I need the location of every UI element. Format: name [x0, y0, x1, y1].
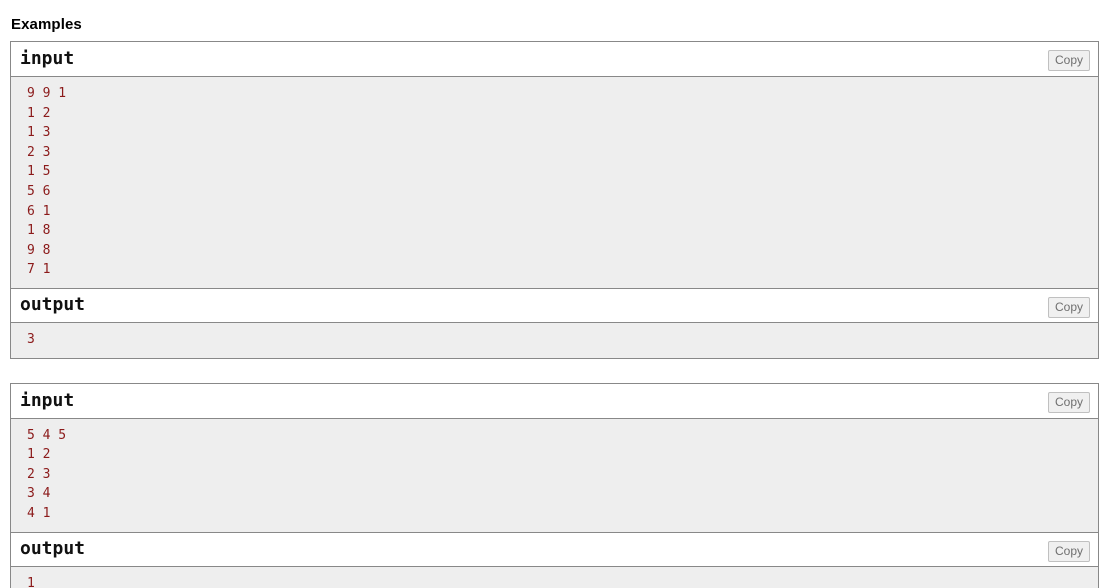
- input-line: 1 2: [27, 447, 51, 463]
- input-line: 1 2: [27, 105, 51, 121]
- copy-output-button[interactable]: Copy: [1047, 296, 1090, 318]
- input-line: 5 4 5: [27, 427, 67, 443]
- input-line: 1 3: [27, 125, 51, 141]
- input-line: 3 4: [27, 486, 51, 502]
- copy-input-button[interactable]: Copy: [1047, 50, 1090, 71]
- copy-input-button[interactable]: Copy: [1047, 391, 1090, 413]
- input-line: 6 1: [27, 203, 51, 219]
- input-line: 4 1: [27, 505, 51, 521]
- output-content: 3: [11, 321, 1098, 358]
- input-line: 1 5: [27, 164, 51, 180]
- output-label: output: [20, 294, 86, 316]
- example-block: input Copy 9 9 1 1 2 1 3 2 3 1 5 5 6 6 1…: [10, 41, 1099, 359]
- input-content: 9 9 1 1 2 1 3 2 3 1 5 5 6 6 1 1 8 9 8 7 …: [11, 76, 1098, 288]
- examples-page: Examples input Copy 9 9 1 1 2 1 3 2 3 1 …: [0, 0, 1113, 588]
- examples-list: input Copy 9 9 1 1 2 1 3 2 3 1 5 5 6 6 1…: [10, 41, 1099, 588]
- input-line: 9 9 1: [27, 86, 67, 101]
- input-line: 9 8: [27, 242, 51, 258]
- output-line: 1: [27, 575, 35, 588]
- input-line: 7 1: [27, 262, 51, 278]
- input-line: 5 6: [27, 183, 51, 199]
- input-header: input Copy: [11, 42, 1098, 76]
- output-line: 3: [27, 331, 35, 347]
- input-header: input Copy: [11, 383, 1098, 418]
- input-line: 2 3: [27, 466, 51, 482]
- input-label: input: [20, 389, 75, 411]
- output-header: output Copy: [11, 287, 1098, 322]
- page-title: Examples: [11, 16, 82, 33]
- input-label: input: [20, 48, 75, 69]
- input-content: 5 4 5 1 2 2 3 3 4 4 1: [11, 417, 1098, 532]
- example-block: input Copy 5 4 5 1 2 2 3 3 4 4 1 output …: [10, 382, 1099, 588]
- output-label: output: [20, 538, 86, 559]
- input-line: 2 3: [27, 144, 51, 160]
- copy-output-button[interactable]: Copy: [1047, 540, 1090, 562]
- output-header: output Copy: [11, 531, 1098, 566]
- input-line: 1 8: [27, 223, 51, 239]
- output-content: 1: [11, 565, 1098, 588]
